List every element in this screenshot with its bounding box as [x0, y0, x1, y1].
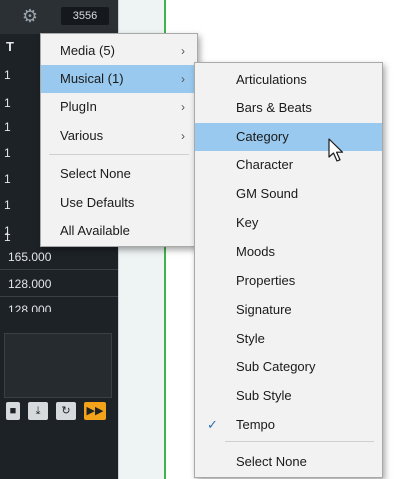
submenu-item-signature[interactable]: Signature — [195, 296, 382, 324]
chevron-right-icon: › — [181, 72, 185, 86]
submenu-item-key[interactable]: Key — [195, 209, 382, 237]
column-header[interactable]: T — [0, 36, 22, 58]
menu-item-label: Use Defaults — [60, 195, 135, 210]
menu-item-select-none[interactable]: Select None — [41, 160, 197, 188]
menu-item-use-defaults[interactable]: Use Defaults — [41, 189, 197, 217]
step-down-icon[interactable]: ⤓ — [28, 402, 48, 420]
chevron-right-icon: › — [181, 129, 185, 143]
menu-item-label: All Available — [60, 223, 130, 238]
row-cell: 1 — [4, 198, 11, 212]
menu-item-label: Select None — [236, 454, 307, 469]
count-display: 3556 — [61, 7, 109, 25]
menu-item-label: Style — [236, 331, 265, 346]
value-cell[interactable]: 128.000 — [8, 303, 51, 312]
chevron-right-icon: › — [181, 100, 185, 114]
menu-item-label: Musical (1) — [60, 71, 124, 86]
submenu-item-gm-sound[interactable]: GM Sound — [195, 180, 382, 208]
menu-item-label: Character — [236, 157, 294, 172]
row-cell: 1 — [4, 146, 11, 160]
row-cell: 1 — [4, 230, 11, 244]
menu-separator — [225, 441, 374, 442]
submenu-item-sub-style[interactable]: Sub Style — [195, 382, 382, 410]
submenu-item-style[interactable]: Style — [195, 325, 382, 353]
menu-item-label: Properties — [236, 273, 296, 288]
menu-item-media[interactable]: Media (5) › — [41, 37, 197, 65]
row-cell: 1 — [4, 68, 11, 82]
menu-item-label: Sub Category — [236, 359, 316, 374]
submenu-item-category[interactable]: Category — [195, 123, 382, 151]
preview-area — [4, 333, 112, 398]
submenu-item-articulations[interactable]: Articulations — [195, 66, 382, 94]
loop-icon[interactable]: ↻ — [56, 402, 76, 420]
checkmark-icon: ✓ — [207, 417, 218, 432]
mouse-pointer-icon — [328, 138, 344, 162]
menu-item-label: Signature — [236, 302, 292, 317]
value-cell[interactable]: 128.000 — [8, 277, 51, 291]
row-divider — [0, 296, 118, 297]
menu-item-label: GM Sound — [236, 186, 299, 201]
chevron-right-icon: › — [181, 44, 185, 58]
menu-separator — [49, 154, 189, 155]
menu-item-label: Moods — [236, 244, 276, 259]
menu-item-label: PlugIn — [60, 99, 97, 114]
submenu-item-character[interactable]: Character — [195, 151, 382, 179]
play-forward-icon[interactable]: ▶▶ — [84, 402, 106, 420]
submenu-item-bars-beats[interactable]: Bars & Beats — [195, 94, 382, 122]
filter-menu: Media (5) › Musical (1) › PlugIn › Vario… — [40, 33, 198, 247]
menu-item-label: Bars & Beats — [236, 100, 312, 115]
value-cell[interactable]: 165.000 — [8, 250, 51, 264]
row-cell: 1 — [4, 172, 11, 186]
menu-item-label: Key — [236, 215, 259, 230]
menu-item-label: Sub Style — [236, 388, 292, 403]
menu-item-plugin[interactable]: PlugIn › — [41, 93, 197, 121]
submenu-item-properties[interactable]: Properties — [195, 267, 382, 295]
menu-item-label: Articulations — [236, 72, 307, 87]
menu-item-label: Select None — [60, 166, 131, 181]
musical-submenu: Articulations Bars & Beats Category Char… — [194, 62, 383, 478]
menu-item-label: Tempo — [236, 417, 276, 432]
menu-item-musical[interactable]: Musical (1) › — [41, 65, 197, 93]
menu-item-all-available[interactable]: All Available — [41, 217, 197, 245]
row-cell: 1 — [4, 96, 11, 110]
stop-icon[interactable]: ■ — [6, 402, 20, 420]
submenu-item-moods[interactable]: Moods — [195, 238, 382, 266]
menu-item-label: Various — [60, 128, 104, 143]
row-divider — [0, 269, 118, 270]
submenu-item-sub-category[interactable]: Sub Category — [195, 353, 382, 381]
submenu-item-tempo[interactable]: ✓ Tempo — [195, 411, 382, 439]
row-cell: 1 — [4, 120, 11, 134]
gear-icon[interactable]: ⚙ — [20, 6, 40, 26]
submenu-item-select-none[interactable]: Select None — [195, 448, 382, 476]
app-toolbar: ⚙ 3556 — [0, 0, 118, 34]
menu-item-label: Category — [236, 129, 289, 144]
menu-item-various[interactable]: Various › — [41, 122, 197, 150]
menu-item-label: Media (5) — [60, 43, 115, 58]
